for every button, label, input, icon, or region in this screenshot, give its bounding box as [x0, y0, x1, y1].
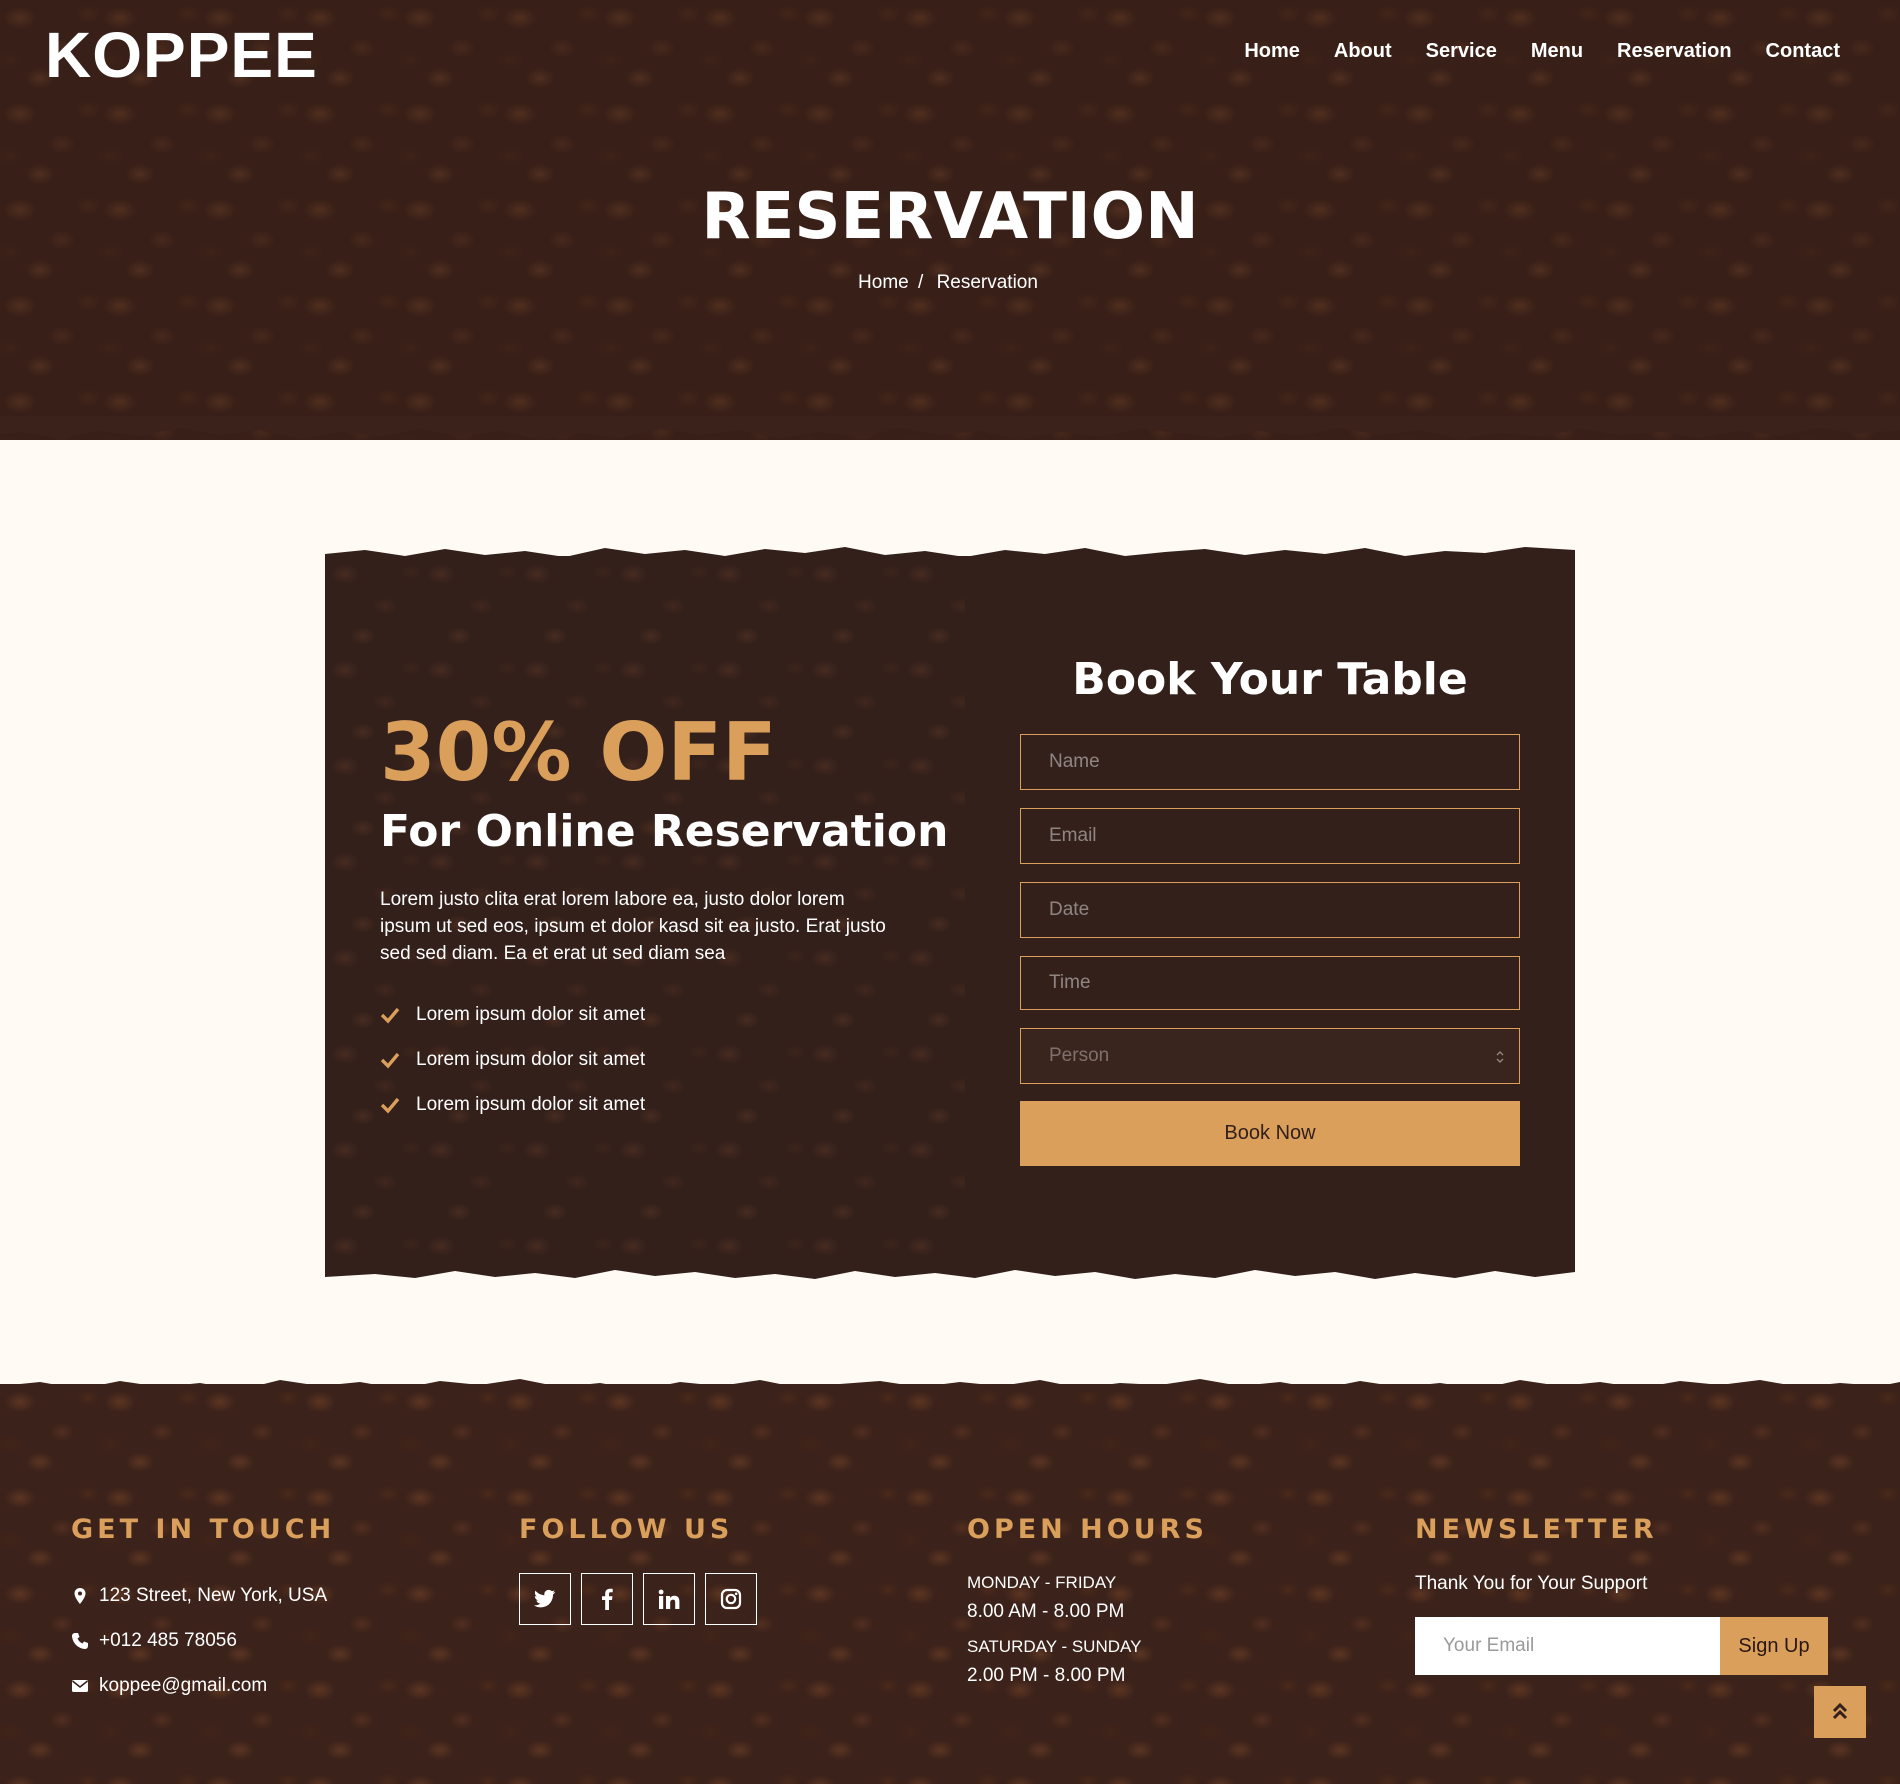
social-links — [519, 1573, 757, 1625]
person-select-placeholder: Person — [1049, 1045, 1110, 1066]
feature-text: Lorem ipsum dolor sit amet — [416, 1093, 646, 1115]
footer-contact: GET IN TOUCH 123 Street, New York, USA +… — [71, 1514, 335, 1708]
book-now-button[interactable]: Book Now — [1020, 1101, 1520, 1166]
footer-follow-title: FOLLOW US — [519, 1514, 734, 1545]
email-text: koppee@gmail.com — [99, 1674, 268, 1696]
nav-about[interactable]: About — [1334, 40, 1392, 63]
nav-contact[interactable]: Contact — [1766, 40, 1840, 63]
page-title: RESERVATION — [701, 180, 1199, 254]
site-footer: GET IN TOUCH 123 Street, New York, USA +… — [0, 1384, 1900, 1784]
nav-service[interactable]: Service — [1426, 40, 1497, 63]
time-field[interactable] — [1020, 956, 1520, 1010]
nav-menu[interactable]: Menu — [1531, 40, 1583, 63]
footer-follow: FOLLOW US — [519, 1514, 757, 1625]
main-nav: Home About Service Menu Reservation Cont… — [1244, 40, 1840, 63]
footer-newsletter: NEWSLETTER Thank You for Your Support Si… — [1415, 1514, 1828, 1675]
breadcrumb-home[interactable]: Home — [858, 272, 909, 293]
linkedin-icon — [658, 1589, 680, 1609]
reservation-card: 30% OFF For Online Reservation Lorem jus… — [325, 556, 1575, 1268]
map-marker-icon — [74, 1587, 86, 1604]
offer-headline: 30% OFF — [380, 706, 777, 799]
phone-text: +012 485 78056 — [99, 1629, 237, 1651]
offer-description: Lorem justo clita erat lorem labore ea, … — [380, 889, 886, 964]
card-torn-bottom — [325, 1260, 1575, 1279]
check-icon — [380, 1007, 400, 1024]
double-chevron-up-icon — [1832, 1702, 1848, 1720]
footer-address: 123 Street, New York, USA — [71, 1573, 335, 1618]
breadcrumb-current: Reservation — [936, 272, 1038, 293]
address-text: 123 Street, New York, USA — [99, 1584, 328, 1606]
weekday-time: 8.00 AM - 8.00 PM — [967, 1601, 1125, 1622]
booking-title: Book Your Table — [1072, 654, 1468, 705]
check-icon — [380, 1097, 400, 1114]
instagram-icon — [720, 1588, 742, 1610]
instagram-button[interactable] — [705, 1573, 757, 1625]
hero-torn-edge — [0, 416, 1900, 440]
weekday-label: MONDAY - FRIDAY — [967, 1573, 1117, 1592]
footer-phone: +012 485 78056 — [71, 1618, 335, 1663]
offer-panel: 30% OFF For Online Reservation Lorem jus… — [325, 556, 965, 1268]
phone-icon — [72, 1632, 88, 1649]
feature-text: Lorem ipsum dolor sit amet — [416, 1003, 646, 1025]
list-item: Lorem ipsum dolor sit amet — [380, 1082, 645, 1127]
newsletter-email-input[interactable] — [1415, 1617, 1720, 1675]
envelope-icon — [72, 1679, 88, 1692]
nav-reservation[interactable]: Reservation — [1617, 40, 1732, 63]
facebook-icon — [602, 1588, 613, 1610]
weekend-time: 2.00 PM - 8.00 PM — [967, 1665, 1126, 1686]
twitter-icon — [534, 1589, 556, 1608]
newsletter-form: Sign Up — [1415, 1617, 1828, 1675]
footer-newsletter-title: NEWSLETTER — [1415, 1514, 1658, 1545]
offer-features: Lorem ipsum dolor sit amet Lorem ipsum d… — [380, 992, 645, 1127]
nav-home[interactable]: Home — [1244, 40, 1300, 63]
person-select[interactable]: Person — [1020, 1028, 1520, 1084]
newsletter-text: Thank You for Your Support — [1415, 1573, 1648, 1594]
breadcrumb-separator: / — [918, 272, 924, 293]
email-field[interactable] — [1020, 808, 1520, 864]
back-to-top-button[interactable] — [1814, 1686, 1866, 1738]
linkedin-button[interactable] — [643, 1573, 695, 1625]
booking-panel: Book Your Table Person Book Now — [965, 556, 1575, 1268]
twitter-button[interactable] — [519, 1573, 571, 1625]
footer-email: koppee@gmail.com — [71, 1663, 335, 1708]
sign-up-button[interactable]: Sign Up — [1720, 1617, 1828, 1675]
hero-header: KOPPEE Home About Service Menu Reservati… — [0, 0, 1900, 440]
name-field[interactable] — [1020, 734, 1520, 790]
check-icon — [380, 1052, 400, 1069]
select-arrows-icon — [1496, 1051, 1504, 1063]
brand-logo[interactable]: KOPPEE — [45, 18, 318, 92]
footer-hours: OPEN HOURS MONDAY - FRIDAY 8.00 AM - 8.0… — [967, 1514, 1208, 1701]
footer-contact-title: GET IN TOUCH — [71, 1514, 336, 1545]
facebook-button[interactable] — [581, 1573, 633, 1625]
list-item: Lorem ipsum dolor sit amet — [380, 1037, 645, 1082]
weekend-label: SATURDAY - SUNDAY — [967, 1637, 1142, 1656]
date-field[interactable] — [1020, 882, 1520, 938]
list-item: Lorem ipsum dolor sit amet — [380, 992, 645, 1037]
footer-hours-title: OPEN HOURS — [967, 1514, 1208, 1545]
offer-subheadline: For Online Reservation — [380, 806, 949, 857]
feature-text: Lorem ipsum dolor sit amet — [416, 1048, 646, 1070]
breadcrumb: Home / Reservation — [0, 272, 1900, 294]
